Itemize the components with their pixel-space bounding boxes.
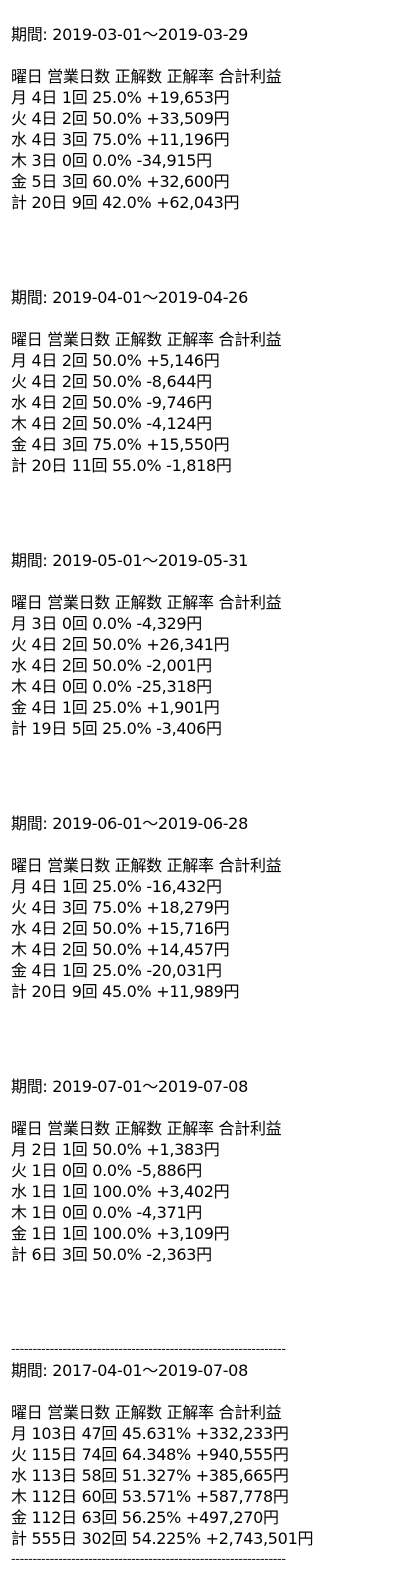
- period-label: 期間: 2019-04-01〜2019-04-26: [11, 288, 248, 307]
- table-row: 金 112日 63回 56.25% +497,270円: [11, 1508, 279, 1527]
- table-row: 金 4日 3回 75.0% +15,550円: [11, 435, 230, 454]
- separator-line: ----------------------------------------…: [11, 1552, 286, 1567]
- separator-line: ----------------------------------------…: [11, 1342, 286, 1357]
- period-section: 期間: 2019-03-01〜2019-03-29 曜日 営業日数 正解数 正解…: [11, 24, 400, 213]
- table-total-row: 計 20日 9回 45.0% +11,989円: [11, 982, 240, 1001]
- table-row: 火 4日 2回 50.0% +26,341円: [11, 635, 230, 654]
- period-section: 期間: 2019-05-01〜2019-05-31 曜日 営業日数 正解数 正解…: [11, 550, 400, 739]
- table-row: 金 5日 3回 60.0% +32,600円: [11, 172, 230, 191]
- result-document: 期間: 2019-03-01〜2019-03-29 曜日 営業日数 正解数 正解…: [0, 0, 400, 1567]
- table-header: 曜日 営業日数 正解数 正解率 合計利益: [11, 1403, 282, 1422]
- table-row: 火 115日 74回 64.348% +940,555円: [11, 1445, 289, 1464]
- table-total-row: 計 555日 302回 54.225% +2,743,501円: [11, 1529, 314, 1548]
- table-header: 曜日 営業日数 正解数 正解率 合計利益: [11, 593, 282, 612]
- table-row: 火 4日 2回 50.0% +33,509円: [11, 109, 230, 128]
- table-row: 火 4日 2回 50.0% -8,644円: [11, 372, 212, 391]
- table-header: 曜日 営業日数 正解数 正解率 合計利益: [11, 1119, 282, 1138]
- table-row: 木 4日 2回 50.0% -4,124円: [11, 414, 212, 433]
- period-label: 期間: 2017-04-01〜2019-07-08: [11, 1361, 248, 1380]
- table-row: 月 103日 47回 45.631% +332,233円: [11, 1424, 289, 1443]
- table-row: 水 4日 2回 50.0% -2,001円: [11, 656, 212, 675]
- period-section: 期間: 2019-04-01〜2019-04-26 曜日 営業日数 正解数 正解…: [11, 287, 400, 476]
- period-section: 期間: 2019-06-01〜2019-06-28 曜日 営業日数 正解数 正解…: [11, 813, 400, 1002]
- table-row: 水 4日 2回 50.0% +15,716円: [11, 919, 230, 938]
- table-header: 曜日 営業日数 正解数 正解率 合計利益: [11, 67, 282, 86]
- table-row: 木 4日 2回 50.0% +14,457円: [11, 940, 230, 959]
- table-row: 水 1日 1回 100.0% +3,402円: [11, 1182, 230, 1201]
- table-row: 水 4日 2回 50.0% -9,746円: [11, 393, 212, 412]
- table-row: 水 4日 3回 75.0% +11,196円: [11, 130, 230, 149]
- table-row: 月 4日 1回 25.0% -16,432円: [11, 877, 222, 896]
- table-row: 月 3日 0回 0.0% -4,329円: [11, 614, 202, 633]
- table-row: 金 1日 1回 100.0% +3,109円: [11, 1224, 230, 1243]
- table-row: 月 4日 1回 25.0% +19,653円: [11, 88, 230, 107]
- period-label: 期間: 2019-03-01〜2019-03-29: [11, 25, 248, 44]
- table-total-row: 計 20日 11回 55.0% -1,818円: [11, 456, 232, 475]
- table-row: 火 4日 3回 75.0% +18,279円: [11, 898, 230, 917]
- table-row: 木 112日 60回 53.571% +587,778円: [11, 1487, 289, 1506]
- table-row: 金 4日 1回 25.0% -20,031円: [11, 961, 222, 980]
- table-header: 曜日 営業日数 正解数 正解率 合計利益: [11, 330, 282, 349]
- table-row: 木 1日 0回 0.0% -4,371円: [11, 1203, 202, 1222]
- period-section: 期間: 2019-07-01〜2019-07-08 曜日 営業日数 正解数 正解…: [11, 1076, 400, 1265]
- table-row: 月 2日 1回 50.0% +1,383円: [11, 1140, 220, 1159]
- table-row: 木 4日 0回 0.0% -25,318円: [11, 677, 212, 696]
- table-row: 木 3日 0回 0.0% -34,915円: [11, 151, 212, 170]
- period-label: 期間: 2019-07-01〜2019-07-08: [11, 1077, 248, 1096]
- table-row: 水 113日 58回 51.327% +385,665円: [11, 1466, 289, 1485]
- period-label: 期間: 2019-05-01〜2019-05-31: [11, 551, 248, 570]
- table-total-row: 計 20日 9回 42.0% +62,043円: [11, 193, 240, 212]
- table-header: 曜日 営業日数 正解数 正解率 合計利益: [11, 856, 282, 875]
- table-total-row: 計 6日 3回 50.0% -2,363円: [11, 1245, 212, 1264]
- table-total-row: 計 19日 5回 25.0% -3,406円: [11, 719, 222, 738]
- table-row: 金 4日 1回 25.0% +1,901円: [11, 698, 220, 717]
- table-row: 火 1日 0回 0.0% -5,886円: [11, 1161, 202, 1180]
- table-row: 月 4日 2回 50.0% +5,146円: [11, 351, 220, 370]
- period-label: 期間: 2019-06-01〜2019-06-28: [11, 814, 248, 833]
- summary-section: 期間: 2017-04-01〜2019-07-08 曜日 営業日数 正解数 正解…: [11, 1360, 400, 1549]
